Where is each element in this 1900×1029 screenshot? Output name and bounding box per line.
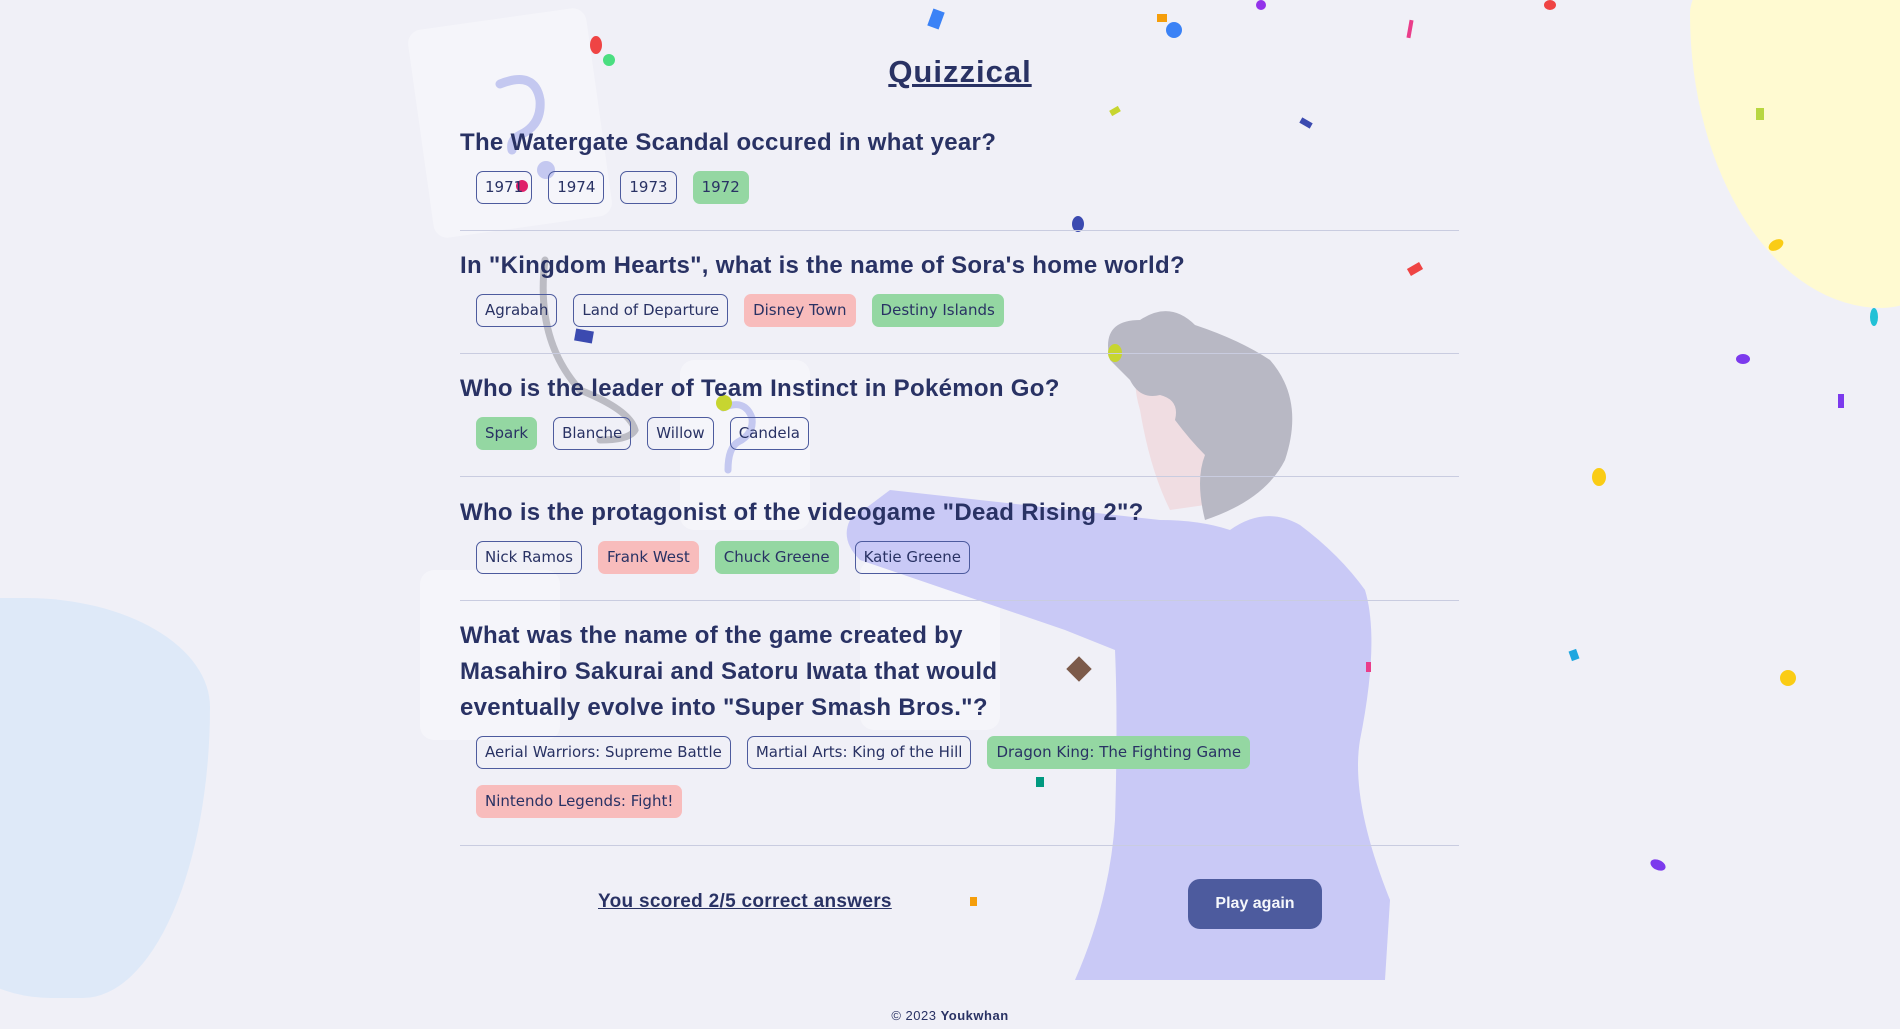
confetti bbox=[1544, 0, 1556, 10]
question-block: What was the name of the game created by… bbox=[460, 618, 1460, 818]
footer: © 2023 Youkwhan bbox=[0, 1008, 1900, 1023]
confetti bbox=[1256, 0, 1266, 10]
confetti bbox=[1870, 308, 1878, 326]
answer-button-correct[interactable]: Chuck Greene bbox=[714, 541, 839, 574]
score-text: You scored 2/5 correct answers bbox=[598, 891, 892, 912]
answer-button[interactable]: 1973 bbox=[620, 171, 677, 204]
answer-group: Aerial Warriors: Supreme Battle Martial … bbox=[476, 736, 1376, 818]
confetti bbox=[970, 897, 977, 906]
question-text: What was the name of the game created by… bbox=[460, 622, 998, 721]
answer-button[interactable]: Candela bbox=[729, 417, 809, 450]
answer-group: Spark Blanche Willow Candela bbox=[476, 417, 1460, 450]
answer-group: Nick Ramos Frank West Chuck Greene Katie… bbox=[476, 541, 1460, 574]
answer-button[interactable]: Aerial Warriors: Supreme Battle bbox=[476, 736, 731, 769]
answer-button-wrong[interactable]: Frank West bbox=[597, 541, 699, 574]
answer-button[interactable]: Land of Departure bbox=[573, 294, 729, 327]
confetti bbox=[1838, 394, 1844, 408]
answer-button[interactable]: Katie Greene bbox=[854, 541, 971, 574]
question-divider bbox=[460, 353, 1459, 354]
answer-group: Agrabah Land of Departure Disney Town De… bbox=[476, 294, 1460, 327]
answer-button[interactable]: Martial Arts: King of the Hill bbox=[746, 736, 972, 769]
question-divider bbox=[460, 230, 1459, 231]
play-again-button[interactable]: Play again bbox=[1188, 879, 1322, 929]
question-text: The Watergate Scandal occured in what ye… bbox=[460, 129, 997, 156]
footer-author: Youkwhan bbox=[940, 1008, 1009, 1023]
question-text: In "Kingdom Hearts", what is the name of… bbox=[460, 252, 1185, 279]
answer-button[interactable]: Nick Ramos bbox=[476, 541, 582, 574]
answer-button[interactable]: Blanche bbox=[553, 417, 632, 450]
page-title: Quizzical bbox=[888, 54, 1032, 89]
question-block: The Watergate Scandal occured in what ye… bbox=[460, 125, 1460, 204]
confetti bbox=[1736, 354, 1750, 364]
answer-button-correct[interactable]: Spark bbox=[476, 417, 538, 450]
answer-button-wrong[interactable]: Nintendo Legends: Fight! bbox=[476, 785, 683, 818]
confetti bbox=[1166, 22, 1182, 38]
question-block: Who is the protagonist of the videogame … bbox=[460, 495, 1460, 574]
answer-button[interactable]: Agrabah bbox=[476, 294, 558, 327]
answer-button[interactable]: 1971 bbox=[476, 171, 533, 204]
answer-button[interactable]: Willow bbox=[647, 417, 714, 450]
question-divider bbox=[460, 476, 1459, 477]
confetti bbox=[1780, 670, 1796, 686]
answer-button-correct[interactable]: Dragon King: The Fighting Game bbox=[987, 736, 1251, 769]
confetti bbox=[590, 36, 602, 54]
answer-button[interactable]: 1974 bbox=[548, 171, 605, 204]
footer-copyright: © 2023 bbox=[891, 1008, 937, 1023]
answer-button-wrong[interactable]: Disney Town bbox=[744, 294, 856, 327]
answer-button-correct[interactable]: 1972 bbox=[692, 171, 749, 204]
question-block: In "Kingdom Hearts", what is the name of… bbox=[460, 248, 1460, 327]
question-block: Who is the leader of Team Instinct in Po… bbox=[460, 371, 1460, 450]
confetti bbox=[1157, 14, 1167, 22]
confetti bbox=[1756, 108, 1764, 120]
question-divider bbox=[460, 845, 1459, 846]
answer-group: 1971 1974 1973 1972 bbox=[476, 171, 1460, 204]
question-text: Who is the protagonist of the videogame … bbox=[460, 499, 1144, 526]
confetti bbox=[1592, 468, 1606, 486]
answer-button-correct[interactable]: Destiny Islands bbox=[871, 294, 1004, 327]
question-divider bbox=[460, 600, 1459, 601]
question-text: Who is the leader of Team Instinct in Po… bbox=[460, 375, 1060, 402]
